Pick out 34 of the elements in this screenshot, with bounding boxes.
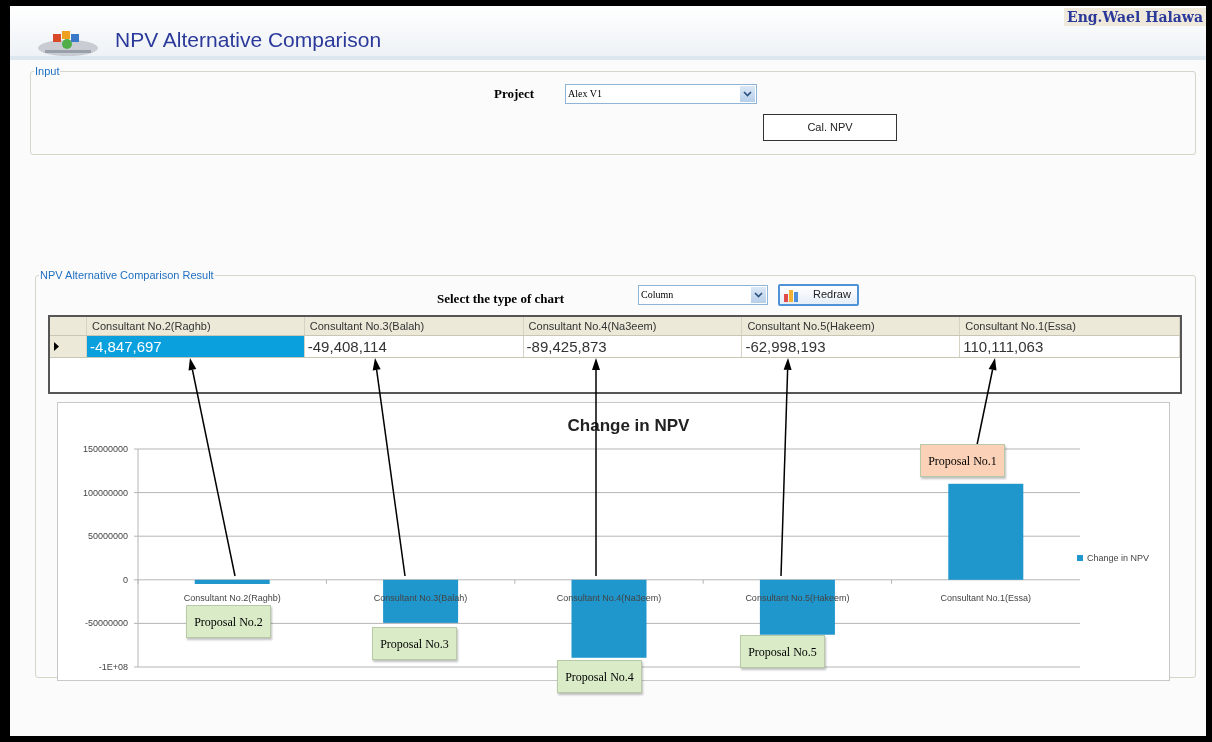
- legend-label: Change in NPV: [1087, 552, 1150, 563]
- axis-tick-label: 50000000: [87, 530, 128, 541]
- row-header[interactable]: [50, 335, 87, 357]
- axis-tick-label: 150000000: [82, 443, 128, 454]
- callout-label: Proposal No.4: [557, 660, 642, 693]
- project-dropdown[interactable]: Alex V1: [565, 83, 757, 104]
- axis-tick-label: 100000000: [82, 487, 128, 498]
- logo-icon: [35, 28, 101, 58]
- chart-type-label: Select the type of chart: [437, 289, 566, 308]
- category-label: Consultant No.1(Essa): [940, 592, 1032, 603]
- project-label: Project: [494, 84, 536, 103]
- axis-tick-label: -50000000: [84, 617, 128, 628]
- axis-tick-label: 0: [123, 574, 128, 585]
- calculate-npv-button[interactable]: Cal. NPV: [763, 113, 897, 141]
- chart-type-dropdown[interactable]: Column: [638, 284, 768, 305]
- column-header[interactable]: Consultant No.3(Balah): [304, 316, 524, 335]
- group-title: Input: [34, 64, 61, 79]
- column-header[interactable]: Consultant No.5(Hakeem): [742, 316, 961, 335]
- redraw-button[interactable]: Redraw: [778, 283, 859, 306]
- category-label: Consultant No.2(Raghb): [183, 592, 281, 603]
- group-title: NPV Alternative Comparison Result: [39, 268, 215, 283]
- axis-tick-label: -1E+08: [98, 661, 128, 672]
- column-header[interactable]: Consultant No.1(Essa): [960, 316, 1181, 335]
- callout-label: Proposal No.1: [920, 444, 1005, 477]
- callout-label: Proposal No.3: [372, 627, 457, 660]
- dropdown-chevron-icon: [740, 85, 755, 102]
- column-header[interactable]: Consultant No.4(Na3eem): [523, 316, 743, 335]
- column-header[interactable]: Consultant No.2(Raghb): [86, 316, 305, 335]
- callout-label: Proposal No.2: [186, 605, 271, 638]
- author-label: Eng.Wael Halawa: [1064, 8, 1206, 26]
- chart-icon: [783, 287, 799, 302]
- window-title: NPV Alternative Comparison: [115, 29, 382, 50]
- dropdown-chevron-icon: [751, 286, 766, 303]
- callout-label: Proposal No.5: [740, 635, 825, 668]
